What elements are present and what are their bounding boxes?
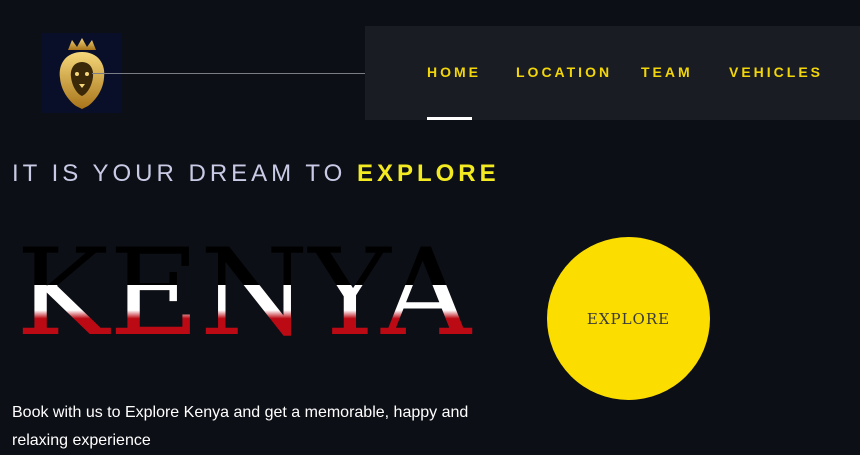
nav-location[interactable]: LOCATION [516, 64, 612, 80]
hero-tagline: IT IS YOUR DREAM TO EXPLORE [12, 160, 500, 188]
hero-description: Book with us to Explore Kenya and get a … [12, 404, 469, 449]
tagline-highlight: EXPLORE [356, 160, 500, 187]
kenya-flag-title: KENYA [16, 226, 472, 344]
explore-button[interactable]: EXPLORE [547, 237, 710, 400]
logo-divider-line [92, 73, 389, 74]
top-navigation: HOME LOCATION TEAM VEHICLES [365, 26, 860, 120]
kenya-title-text: KENYA [16, 226, 472, 344]
nav-team[interactable]: TEAM [641, 64, 693, 80]
active-nav-indicator [427, 117, 472, 120]
nav-home[interactable]: HOME [427, 64, 481, 80]
tagline-prefix: IT IS YOUR DREAM TO [12, 160, 347, 187]
nav-vehicles[interactable]: VEHICLES [729, 64, 823, 80]
